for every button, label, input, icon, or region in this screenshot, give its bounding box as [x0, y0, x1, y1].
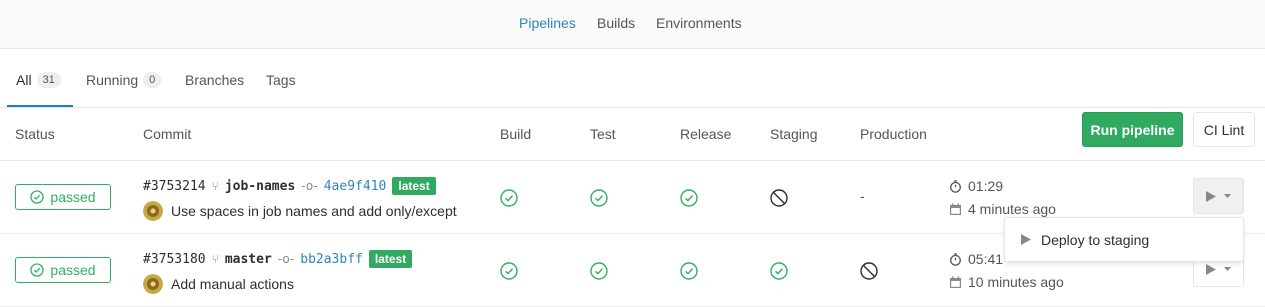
- column-staging: Staging: [770, 126, 818, 142]
- tab-all-label: All: [16, 72, 32, 88]
- stage-production-empty: -: [860, 188, 865, 204]
- latest-badge: latest: [392, 177, 436, 195]
- pipelines-table-header: Status Commit Build Test Release Staging…: [0, 108, 1265, 161]
- branch-icon: ⑂: [211, 252, 219, 266]
- column-release: Release: [680, 126, 732, 142]
- stage-staging-skipped-icon[interactable]: [770, 189, 788, 207]
- tab-tags[interactable]: Tags: [266, 72, 296, 88]
- duration-value: 01:29: [968, 178, 1004, 194]
- play-icon: [1206, 190, 1216, 202]
- stage-test-success-icon[interactable]: [590, 189, 608, 207]
- status-badge[interactable]: passed: [15, 184, 111, 210]
- stage-staging-success-icon[interactable]: [770, 262, 788, 280]
- caret-down-icon: [1224, 194, 1231, 198]
- pipeline-finished-at: 10 minutes ago: [949, 274, 1064, 290]
- subnav-environments[interactable]: Environments: [656, 15, 742, 31]
- active-tab-indicator: [7, 105, 73, 107]
- branch-icon: ⑂: [211, 179, 219, 193]
- stage-build-success-icon[interactable]: [500, 189, 518, 207]
- manual-actions-dropdown-button[interactable]: [1193, 178, 1244, 214]
- finished-value: 10 minutes ago: [968, 274, 1064, 290]
- pipeline-duration: 01:29: [949, 178, 1003, 194]
- subnav-builds[interactable]: Builds: [597, 15, 635, 31]
- tab-branches-label: Branches: [185, 72, 245, 88]
- tab-branches[interactable]: Branches: [185, 72, 244, 88]
- calendar-icon: [950, 276, 961, 288]
- column-production: Production: [860, 126, 927, 142]
- check-circle-icon: [30, 190, 45, 204]
- stage-build-success-icon[interactable]: [500, 262, 518, 280]
- pipelines-subnav: Pipelines Builds Environments: [0, 0, 1265, 49]
- tab-running[interactable]: Running 0: [86, 72, 162, 88]
- pipeline-duration: 05:41: [949, 251, 1003, 267]
- status-label: passed: [50, 189, 96, 205]
- status-label: passed: [50, 262, 96, 278]
- caret-down-icon: [1224, 267, 1231, 271]
- avatar[interactable]: [143, 274, 163, 294]
- check-circle-icon: [30, 263, 45, 277]
- commit-icon: -o-: [277, 252, 295, 266]
- timer-icon: [950, 179, 961, 193]
- tab-tags-label: Tags: [266, 72, 296, 88]
- pipeline-scope-tabs: All 31 Running 0 Branches Tags Run pipel…: [0, 50, 1265, 147]
- branch-name[interactable]: master: [225, 252, 272, 267]
- commit-info: #3753214 ⑂ job-names -o- 4ae9f410 latest: [143, 177, 436, 195]
- tab-all-count: 31: [36, 72, 61, 88]
- pipeline-id[interactable]: #3753180: [143, 252, 206, 267]
- pipeline-finished-at: 4 minutes ago: [949, 201, 1056, 217]
- finished-value: 4 minutes ago: [968, 201, 1056, 217]
- column-test: Test: [590, 126, 616, 142]
- commit-info: #3753180 ⑂ master -o- bb2a3bff latest: [143, 250, 413, 268]
- commit-title: Add manual actions: [143, 274, 294, 294]
- avatar[interactable]: [143, 201, 163, 221]
- status-badge[interactable]: passed: [15, 257, 111, 283]
- pipeline-id[interactable]: #3753214: [143, 179, 206, 194]
- commit-sha[interactable]: 4ae9f410: [324, 179, 387, 194]
- stage-production-skipped-icon[interactable]: [860, 262, 878, 280]
- column-build: Build: [500, 126, 532, 142]
- commit-sha[interactable]: bb2a3bff: [300, 252, 363, 267]
- duration-value: 05:41: [968, 251, 1004, 267]
- manual-actions-dropdown-item[interactable]: Deploy to staging: [1004, 217, 1244, 262]
- tab-all[interactable]: All 31: [16, 72, 61, 88]
- commit-title: Use spaces in job names and add only/exc…: [143, 201, 457, 221]
- commit-icon: -o-: [301, 179, 318, 193]
- column-commit: Commit: [143, 126, 192, 142]
- branch-name[interactable]: job-names: [225, 179, 295, 194]
- deploy-to-staging-label: Deploy to staging: [1041, 231, 1150, 248]
- commit-message[interactable]: Add manual actions: [171, 276, 294, 292]
- play-icon: [1206, 263, 1216, 275]
- subnav-pipelines[interactable]: Pipelines: [519, 15, 576, 31]
- column-status: Status: [15, 126, 55, 142]
- tab-running-label: Running: [86, 72, 139, 88]
- latest-badge: latest: [368, 250, 413, 268]
- stage-release-success-icon[interactable]: [680, 189, 698, 207]
- timer-icon: [950, 252, 961, 266]
- stage-release-success-icon[interactable]: [680, 262, 698, 280]
- play-icon: [1021, 234, 1031, 245]
- tab-running-count: 0: [143, 72, 162, 88]
- stage-test-success-icon[interactable]: [590, 262, 608, 280]
- calendar-icon: [950, 203, 961, 215]
- commit-message[interactable]: Use spaces in job names and add only/exc…: [171, 203, 457, 219]
